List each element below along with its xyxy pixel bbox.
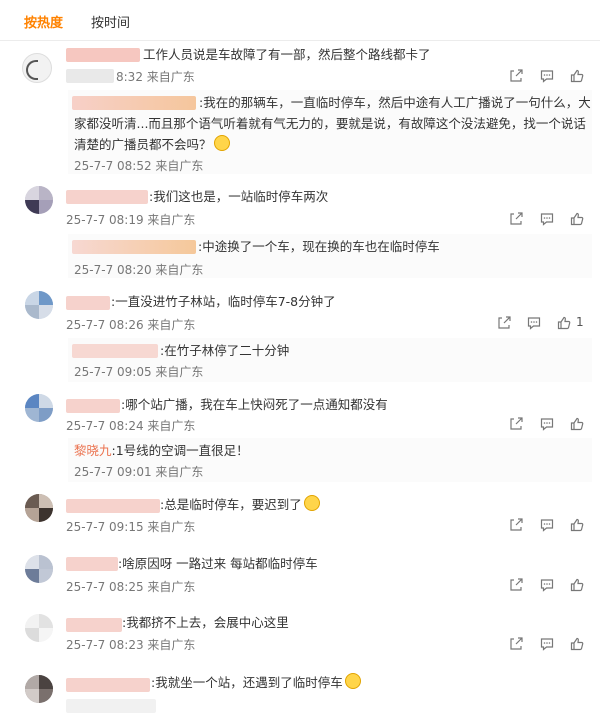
cry-emoji-icon — [303, 495, 320, 511]
comment-text: :哪个站广播，我在车上快闷死了一点通知都没有 — [121, 397, 388, 412]
reply-text-line: :在竹子林停了二十分钟 — [160, 343, 290, 358]
username-blurred[interactable] — [66, 499, 160, 513]
comment-text: 工作人员说是车故障了有一部，然后整个路线都卡了 — [143, 47, 431, 62]
avatar[interactable] — [25, 614, 53, 642]
reply-username[interactable]: 黎晓九 — [74, 443, 112, 458]
tab-sort-by-time[interactable]: 按时间 — [91, 12, 130, 31]
share-icon[interactable] — [509, 69, 523, 83]
reply-meta: 25-7-7 09:01 来自广东 — [74, 465, 204, 479]
date-blurred — [66, 69, 114, 83]
reply-text-line: 黎晓九:1号线的空调一直很足！ — [74, 443, 249, 458]
comment-meta: 25-7-7 08:23 来自广东 — [66, 638, 196, 652]
share-icon[interactable] — [509, 637, 523, 651]
comment-icon[interactable] — [540, 637, 554, 651]
sort-tabs: 按热度 按时间 — [0, 0, 600, 41]
like-icon[interactable] — [570, 637, 584, 651]
like-icon[interactable] — [570, 518, 584, 532]
comment-meta: 25-7-7 09:15 来自广东 — [66, 520, 196, 534]
tab-sort-by-hot[interactable]: 按热度 — [24, 12, 63, 31]
share-icon[interactable] — [509, 212, 523, 226]
avatar[interactable] — [25, 291, 53, 319]
username-blurred[interactable] — [66, 296, 110, 310]
reply-username-blurred[interactable] — [72, 344, 158, 358]
comment-meta: 25-7-7 08:26 来自广东 — [66, 318, 196, 332]
username-blurred[interactable] — [66, 190, 148, 204]
comment-icon[interactable] — [527, 316, 541, 330]
comment-icon[interactable] — [540, 212, 554, 226]
avatar[interactable] — [25, 394, 53, 422]
reply-meta: 25-7-7 08:20 来自广东 — [74, 263, 204, 277]
cry-emoji-icon — [344, 673, 361, 689]
comment-text: :我们这也是，一站临时停车两次 — [149, 189, 329, 204]
reply-block: 黎晓九:1号线的空调一直很足！ 25-7-7 09:01 来自广东 — [68, 438, 592, 482]
comment-icon[interactable] — [540, 417, 554, 431]
avatar[interactable] — [25, 186, 53, 214]
comment-text: :总是临时停车，要迟到了 — [160, 494, 320, 515]
comment-text: :一直没进竹子林站，临时停车7-8分钟了 — [111, 294, 336, 309]
avatar[interactable] — [25, 675, 53, 703]
reply-text-line: 家都没听清...而且那个语气听着就有气无力的，要就是说，有故障这个没法避免，找一… — [74, 116, 586, 131]
comment-meta: 25-7-7 08:24 来自广东 — [66, 419, 196, 433]
username-blurred[interactable] — [66, 399, 120, 413]
reply-text-line: 清楚的广播员都不会吗？ — [74, 134, 230, 155]
comment-meta: 25-7-7 08:19 来自广东 — [66, 213, 196, 227]
like-icon[interactable] — [570, 212, 584, 226]
share-icon[interactable] — [509, 417, 523, 431]
avatar[interactable] — [22, 53, 52, 83]
reply-meta: 25-7-7 09:05 来自广东 — [74, 365, 204, 379]
username-blurred[interactable] — [66, 48, 140, 62]
reply-block: :我在的那辆车，一直临时停车，然后中途有人工广播说了一句什么，大 家都没听清..… — [68, 90, 592, 174]
reply-username-blurred[interactable] — [72, 240, 196, 254]
comment-icon[interactable] — [540, 578, 554, 592]
avatar[interactable] — [25, 555, 53, 583]
reply-username-blurred[interactable] — [72, 96, 196, 110]
meta-blurred — [66, 699, 156, 713]
tabs-divider — [0, 40, 600, 41]
share-icon[interactable] — [509, 518, 523, 532]
comment-meta: 8:32 来自广东 — [116, 70, 195, 84]
comment-text: :啥原因呀 一路过来 每站都临时停车 — [118, 556, 318, 571]
comment-meta: 25-7-7 08:25 来自广东 — [66, 580, 196, 594]
share-icon[interactable] — [497, 316, 511, 330]
share-icon[interactable] — [509, 578, 523, 592]
username-blurred[interactable] — [66, 557, 118, 571]
username-blurred[interactable] — [66, 678, 150, 692]
like-icon[interactable] — [570, 69, 584, 83]
cry-emoji-icon — [213, 135, 230, 151]
reply-text-line: :中途换了一个车，现在换的车也在临时停车 — [198, 239, 440, 254]
username-blurred[interactable] — [66, 618, 122, 632]
reply-block: :在竹子林停了二十分钟 25-7-7 09:05 来自广东 — [68, 338, 592, 382]
comment-icon[interactable] — [540, 69, 554, 83]
avatar[interactable] — [25, 494, 53, 522]
like-icon[interactable] — [570, 417, 584, 431]
comment-icon[interactable] — [540, 518, 554, 532]
comment-text: :我就坐一个站，还遇到了临时停车 — [151, 672, 361, 693]
reply-meta: 25-7-7 08:52 来自广东 — [74, 159, 204, 173]
like-icon[interactable] — [570, 578, 584, 592]
comment-text: :我都挤不上去，会展中心这里 — [122, 615, 289, 630]
reply-block: :中途换了一个车，现在换的车也在临时停车 25-7-7 08:20 来自广东 — [68, 234, 592, 278]
reply-text-line: :我在的那辆车，一直临时停车，然后中途有人工广播说了一句什么，大 — [199, 95, 591, 110]
like-count: 1 — [576, 315, 584, 329]
like-icon[interactable] — [557, 316, 571, 330]
